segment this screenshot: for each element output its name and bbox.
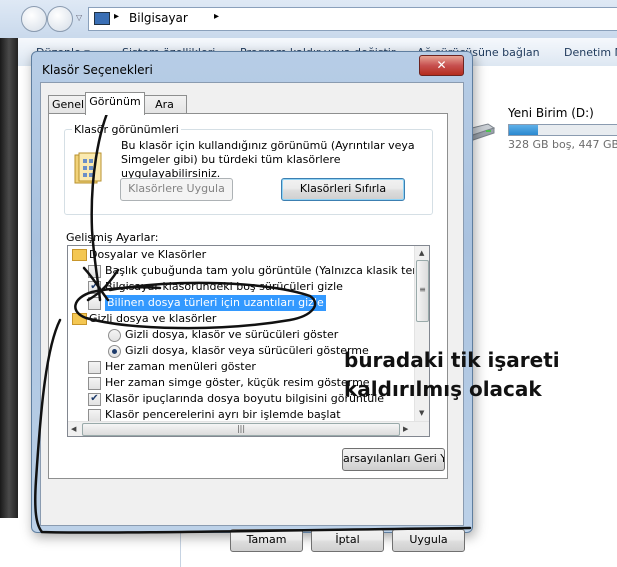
checkbox[interactable]: ✔	[88, 393, 101, 406]
apply-button[interactable]: Uygula	[392, 529, 465, 552]
tab-search[interactable]: Ara	[142, 95, 187, 114]
history-dropdown-icon[interactable]: ▽	[76, 13, 82, 22]
close-button[interactable]: ✕	[419, 55, 464, 76]
tree-item[interactable]: ✔ Bilgisayar klasöründeki boş sürücüleri …	[68, 279, 415, 295]
annotation-text: buradaki tik işareti kaldırılmış olacak	[344, 346, 560, 404]
navigation-pane	[0, 38, 18, 518]
ok-button[interactable]: Tamam	[230, 529, 303, 552]
forward-button[interactable]	[47, 6, 73, 32]
cancel-button[interactable]: İptal	[311, 529, 384, 552]
drive-label[interactable]: Yeni Birim (D:)	[508, 106, 594, 120]
advanced-settings-label: Gelişmiş Ayarlar:	[66, 231, 159, 244]
dialog-title: Klasör Seçenekleri	[42, 63, 153, 77]
breadcrumb-computer[interactable]: Bilgisayar	[129, 11, 188, 25]
folder-views-group: Klasör görünümleri Bu klasör için kullan…	[64, 123, 433, 215]
folder-views-icon	[74, 152, 102, 184]
tab-view[interactable]: Görünüm	[85, 92, 145, 115]
radio-button[interactable]	[108, 345, 121, 358]
breadcrumb-chevron-icon[interactable]: ▸	[114, 11, 119, 22]
back-button[interactable]	[21, 6, 47, 32]
folder-views-title: Klasör görünümleri	[72, 123, 181, 136]
drive-usage-bar	[508, 124, 617, 136]
tree-item-label: Her zaman menüleri göster	[105, 360, 256, 373]
drive-usage-fill	[509, 125, 539, 135]
explorer-navigation-bar: ▽ ▸ Bilgisayar ▸	[0, 0, 617, 38]
folder-icon	[72, 249, 87, 261]
checkbox[interactable]: ✔	[88, 281, 101, 294]
control-panel-button[interactable]: Denetim M	[564, 46, 617, 59]
tree-item[interactable]: Gizli dosya, klasör ve sürücüleri göster	[68, 327, 415, 343]
breadcrumb-chevron-icon[interactable]: ▸	[214, 11, 219, 22]
tree-item-label: Bilinen dosya türleri için uzantıları gi…	[105, 295, 326, 311]
dialog-body: Genel Görünüm Ara Klasör görünümleri Bu …	[40, 82, 465, 552]
apply-to-folders-button[interactable]: Klasörlere Uygula	[120, 178, 233, 201]
checkbox[interactable]	[88, 377, 101, 390]
address-bar[interactable]: ▸ Bilgisayar ▸	[88, 7, 617, 31]
drive-free-space: 328 GB boş, 447 GB to	[508, 138, 617, 151]
tree-item-label: Başlık çubuğunda tam yolu görüntüle (Yal…	[105, 264, 430, 277]
tree-item-label: Bilgisayar klasöründeki boş sürücüleri g…	[105, 280, 343, 293]
folder-views-description: Bu klasör için kullandığınız görünümü (A…	[121, 139, 415, 180]
annotation-line-1: buradaki tik işareti	[344, 348, 560, 372]
tree-item-label: Her zaman simge göster, küçük resim göst…	[105, 376, 370, 389]
restore-defaults-button[interactable]: arsayılanları Geri Yükl	[342, 448, 445, 471]
advanced-settings-tree[interactable]: Dosyalar ve Klasörler Başlık çubuğunda ta…	[67, 245, 430, 437]
tree-item-label: Klasör ipuçlarında dosya boyutu bilgisin…	[105, 392, 385, 405]
scroll-up-icon[interactable]: ▲	[419, 249, 424, 257]
horizontal-scrollbar[interactable]: ◀ ||| ▶	[68, 421, 429, 436]
computer-icon	[94, 12, 110, 25]
scroll-down-icon[interactable]: ▼	[419, 409, 424, 417]
folder-icon	[72, 313, 87, 325]
tab-general[interactable]: Genel	[48, 95, 88, 114]
view-tab-panel: Klasör görünümleri Bu klasör için kullan…	[48, 113, 448, 479]
tree-item[interactable]: Bilinen dosya türleri için uzantıları gi…	[68, 295, 415, 311]
hscroll-thumb[interactable]: |||	[82, 423, 400, 436]
reset-folders-button[interactable]: Klasörleri Sıfırla	[281, 178, 405, 201]
scroll-thumb[interactable]: ≡	[416, 260, 429, 322]
checkbox[interactable]	[88, 265, 101, 278]
tree-item-label: Dosyalar ve Klasörler	[89, 248, 207, 261]
checkbox[interactable]	[88, 297, 101, 310]
folder-options-dialog: Klasör Seçenekleri ✕ Genel Görünüm Ara K…	[31, 51, 473, 552]
tree-item[interactable]: Başlık çubuğunda tam yolu görüntüle (Yal…	[68, 263, 429, 279]
radio-button[interactable]	[108, 329, 121, 342]
annotation-line-2: kaldırılmış olacak	[344, 377, 542, 401]
tree-item-label: Gizli dosya ve klasörler	[89, 312, 217, 325]
tree-item-label: Gizli dosya, klasör ve sürücüleri göster	[125, 328, 339, 341]
scroll-right-icon[interactable]: ▶	[403, 425, 408, 433]
tree-item[interactable]: Gizli dosya ve klasörler	[68, 311, 415, 327]
checkbox[interactable]	[88, 361, 101, 374]
scroll-left-icon[interactable]: ◀	[71, 425, 76, 433]
tree-item[interactable]: Dosyalar ve Klasörler	[68, 247, 415, 263]
tree-item-label: Gizli dosya, klasör veya sürücüleri göst…	[125, 344, 369, 357]
